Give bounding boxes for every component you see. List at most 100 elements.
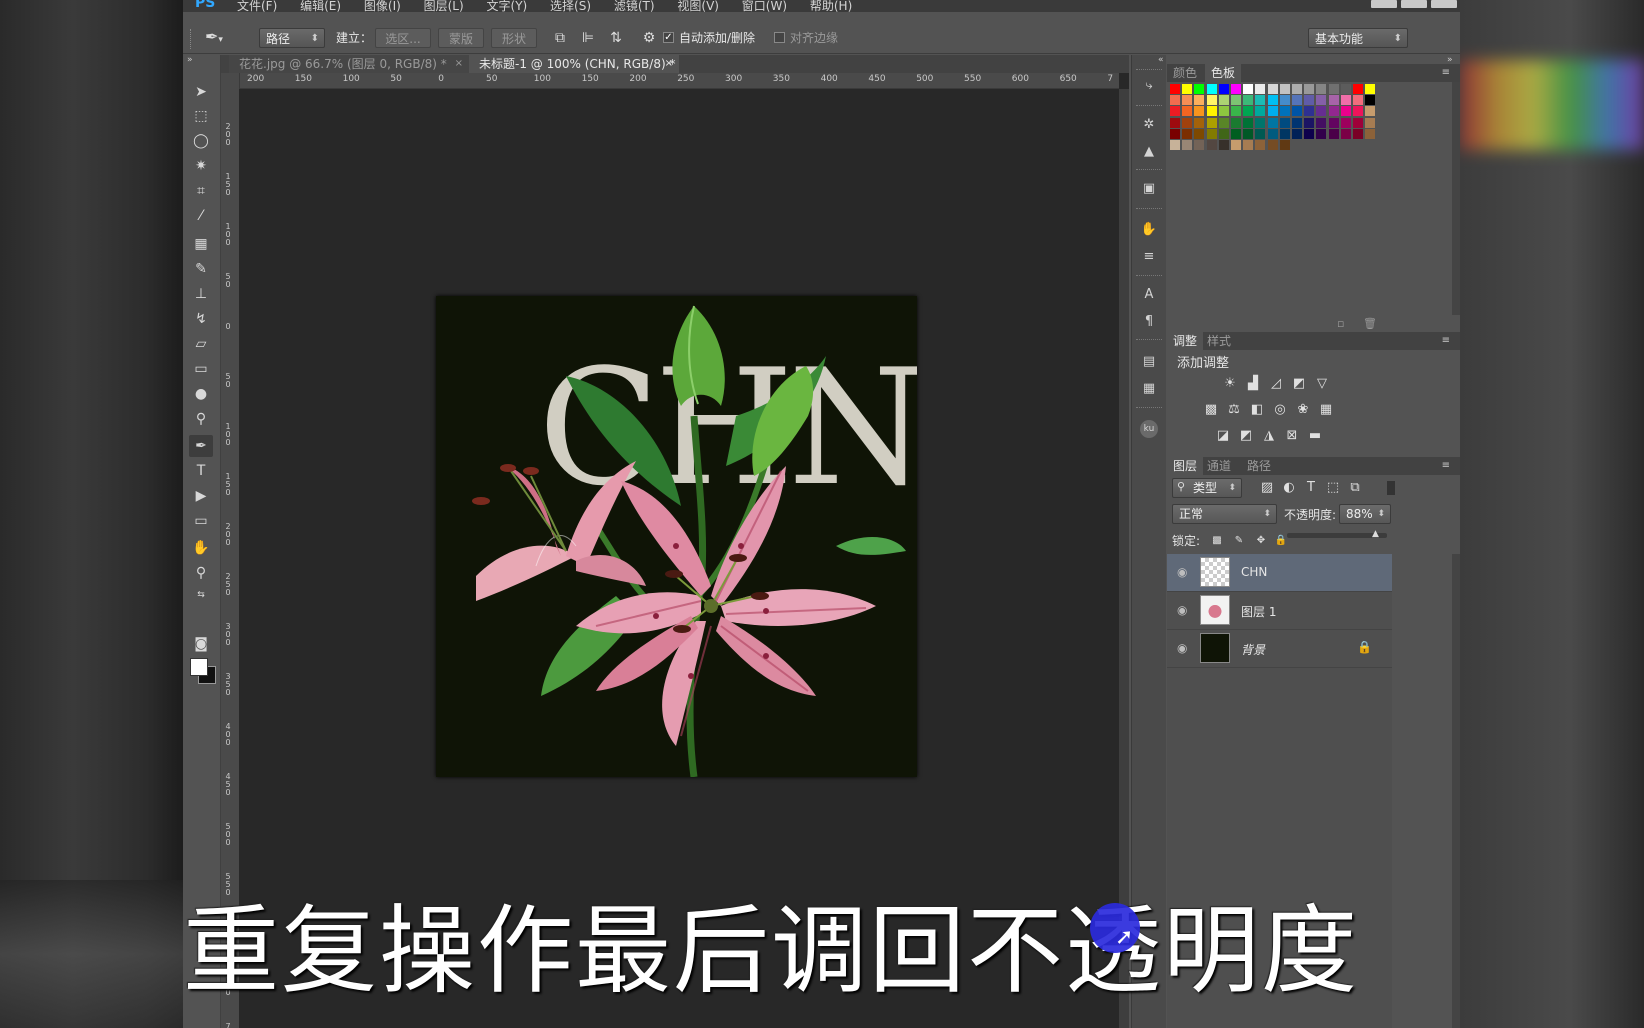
color-swatch[interactable]	[1340, 95, 1351, 106]
options-grip[interactable]	[190, 29, 194, 49]
blur-tool-icon[interactable]: ●	[189, 383, 213, 405]
color-swatch[interactable]	[1218, 117, 1229, 128]
color-swatch[interactable]	[1292, 117, 1302, 128]
color-swatch[interactable]	[1231, 84, 1241, 94]
color-swatch[interactable]	[1243, 84, 1254, 94]
pen-tool-preset-icon[interactable]: ✒▾	[205, 27, 227, 49]
color-swatch[interactable]	[1255, 84, 1266, 94]
trash-icon[interactable]: 🗑	[1363, 317, 1377, 330]
color-swatch[interactable]	[1194, 140, 1205, 150]
tab-untitled-1[interactable]: 未标题-1 @ 100% (CHN, RGB/8) * ×	[469, 55, 679, 73]
color-swatch[interactable]	[1292, 95, 1302, 106]
path-selection-tool-icon[interactable]: ▶	[189, 485, 213, 507]
history-brush-tool-icon[interactable]: ↯	[189, 308, 213, 330]
color-swatch[interactable]	[1231, 128, 1241, 139]
color-swatch[interactable]	[1304, 128, 1315, 139]
color-swatch[interactable]	[1340, 128, 1351, 139]
vibrance-icon[interactable]: ▽	[1314, 376, 1330, 392]
color-swatch[interactable]	[1231, 117, 1241, 128]
menu-edit[interactable]: 编辑(E)	[300, 0, 341, 12]
properties-icon[interactable]: ▣	[1140, 180, 1158, 198]
rectangle-tool-icon[interactable]: ▭	[189, 510, 213, 532]
color-swatch[interactable]	[1255, 106, 1266, 117]
make-shape-button[interactable]: 形状	[491, 28, 537, 48]
color-swatch[interactable]	[1182, 84, 1193, 94]
hand-tool-icon[interactable]: ✋	[189, 537, 213, 559]
color-swatch[interactable]	[1340, 106, 1351, 117]
color-swatch[interactable]	[1316, 117, 1327, 128]
maximize-button[interactable]	[1401, 0, 1427, 8]
menu-layer[interactable]: 图层(L)	[424, 0, 464, 12]
color-swatch[interactable]	[1304, 106, 1315, 117]
tab-styles[interactable]: 样式	[1201, 332, 1237, 350]
character-panel-icon[interactable]: A	[1140, 286, 1158, 304]
type-tool-icon[interactable]: T	[189, 460, 213, 482]
color-swatch[interactable]	[1194, 106, 1205, 117]
artwork-canvas[interactable]: CHN	[436, 296, 917, 777]
color-swatch[interactable]	[1267, 128, 1278, 139]
color-swatch[interactable]	[1206, 106, 1217, 117]
tab-channels[interactable]: 通道	[1201, 457, 1237, 475]
color-swatch[interactable]	[1194, 95, 1205, 106]
color-swatch[interactable]	[1365, 106, 1376, 117]
color-swatch[interactable]	[1279, 128, 1290, 139]
paragraph-panel-icon[interactable]: ¶	[1140, 313, 1158, 331]
color-swatch[interactable]	[1231, 140, 1241, 150]
menu-image[interactable]: 图像(I)	[364, 0, 401, 12]
color-swatch[interactable]	[1353, 128, 1363, 139]
color-swatch[interactable]	[1267, 106, 1278, 117]
filter-shape-icon[interactable]: ⬚	[1325, 480, 1341, 496]
color-swatch[interactable]	[1170, 106, 1180, 117]
notes-icon[interactable]: ▦	[1140, 380, 1158, 398]
color-swatch[interactable]	[1206, 95, 1217, 106]
color-swatch[interactable]	[1267, 95, 1278, 106]
color-swatch[interactable]	[1243, 140, 1254, 150]
color-swatch[interactable]	[1353, 117, 1363, 128]
color-swatch[interactable]	[1340, 84, 1351, 94]
color-swatch[interactable]	[1182, 140, 1193, 150]
color-swatch[interactable]	[1170, 140, 1180, 150]
clone-stamp-tool-icon[interactable]: ⊥	[189, 283, 213, 305]
auto-add-delete-checkbox[interactable]: ✓	[663, 32, 674, 43]
selective-color-icon[interactable]: ⊠	[1284, 428, 1300, 444]
eye-icon[interactable]: ◉	[1177, 565, 1187, 579]
layer-row-background[interactable]: ◉ 背景 🔒	[1167, 630, 1392, 668]
color-swatch[interactable]	[1292, 106, 1302, 117]
minimize-button[interactable]	[1371, 0, 1397, 8]
blend-mode-select[interactable]: 正常	[1172, 504, 1277, 524]
color-swatch[interactable]	[1182, 117, 1193, 128]
path-arrangement-icon[interactable]: ⇅	[607, 29, 625, 47]
move-tool-icon[interactable]: ➤	[189, 81, 213, 103]
collapse-icon[interactable]: «	[1158, 55, 1164, 65]
new-swatch-icon[interactable]: ▫	[1337, 317, 1344, 330]
close-icon[interactable]: ×	[455, 55, 463, 73]
tab-adjustments[interactable]: 调整	[1167, 332, 1204, 350]
lock-transparent-icon[interactable]: ▩	[1209, 533, 1225, 549]
make-mask-button[interactable]: 蒙版	[438, 28, 484, 48]
color-swatch[interactable]	[1182, 106, 1193, 117]
channel-mixer-icon[interactable]: ❀	[1295, 402, 1311, 418]
marquee-tool-icon[interactable]: ⬚	[189, 105, 213, 127]
color-swatch[interactable]	[1328, 106, 1339, 117]
posterize-icon[interactable]: ◩	[1238, 428, 1254, 444]
brush-panel-icon[interactable]: ≡	[1140, 248, 1158, 266]
fill-slider-thumb[interactable]: ▲	[1372, 529, 1379, 539]
color-swatch[interactable]	[1218, 128, 1229, 139]
color-swatch[interactable]	[1316, 95, 1327, 106]
color-swatch[interactable]	[1316, 128, 1327, 139]
gradient-tool-icon[interactable]: ▭	[189, 358, 213, 380]
filter-adjustment-icon[interactable]: ◐	[1281, 480, 1297, 496]
color-balance-icon[interactable]: ⚖	[1226, 402, 1242, 418]
color-swatch[interactable]	[1365, 84, 1376, 94]
menu-type[interactable]: 文字(Y)	[487, 0, 528, 12]
close-icon[interactable]: ×	[665, 55, 673, 73]
color-swatch[interactable]	[1340, 117, 1351, 128]
panel-menu-icon[interactable]: ≡	[1436, 64, 1456, 82]
brush-tool-icon[interactable]: ✎	[189, 258, 213, 280]
color-swatch[interactable]	[1365, 117, 1376, 128]
color-swatch[interactable]	[1206, 84, 1217, 94]
color-swatch[interactable]	[1279, 84, 1290, 94]
eraser-tool-icon[interactable]: ▱	[189, 333, 213, 355]
color-swatch[interactable]	[1353, 95, 1363, 106]
color-swatch[interactable]	[1328, 117, 1339, 128]
